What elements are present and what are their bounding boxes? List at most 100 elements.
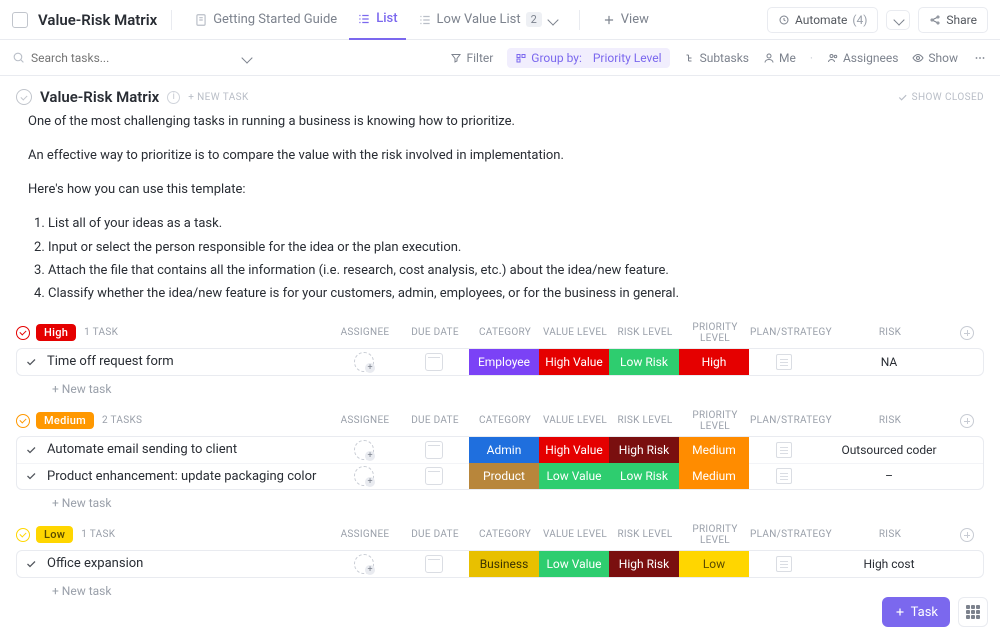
priority-cell[interactable]: Low: [679, 551, 749, 577]
risk-cell[interactable]: Outsourced coder: [819, 437, 959, 463]
plan-placeholder[interactable]: [776, 556, 792, 572]
new-task-link[interactable]: + NEW TASK: [188, 92, 248, 103]
value-cell[interactable]: High Value: [539, 349, 609, 375]
value-cell[interactable]: Low Value: [539, 551, 609, 577]
show-button[interactable]: Show: [912, 51, 958, 65]
me-button[interactable]: Me: [763, 51, 796, 65]
priority-cell[interactable]: Medium: [679, 463, 749, 489]
show-closed-button[interactable]: SHOW CLOSED: [897, 92, 984, 103]
category-cell[interactable]: Admin: [469, 437, 539, 463]
apps-button[interactable]: [958, 597, 988, 627]
column-category[interactable]: CATEGORY: [470, 529, 540, 540]
automate-dropdown[interactable]: [886, 10, 910, 30]
assignee-placeholder[interactable]: [354, 554, 374, 574]
priority-cell[interactable]: High: [679, 349, 749, 375]
more-button[interactable]: [972, 52, 988, 64]
column-risk-level[interactable]: RISK LEVEL: [610, 529, 680, 540]
column-value-level[interactable]: VALUE LEVEL: [540, 529, 610, 540]
add-column-button[interactable]: [960, 528, 974, 542]
date-placeholder[interactable]: [425, 441, 443, 459]
search-input[interactable]: [31, 51, 231, 65]
risk-cell[interactable]: High cost: [819, 551, 959, 577]
date-placeholder[interactable]: [425, 353, 443, 371]
column-value-level[interactable]: VALUE LEVEL: [540, 415, 610, 426]
new-task-fab[interactable]: Task: [882, 597, 950, 627]
column-value-level[interactable]: VALUE LEVEL: [540, 327, 610, 338]
assignee-placeholder[interactable]: [354, 466, 374, 486]
group-label[interactable]: Low: [36, 526, 73, 543]
tab-list[interactable]: List: [349, 0, 405, 40]
category-cell[interactable]: Business: [469, 551, 539, 577]
assignee-placeholder[interactable]: [354, 352, 374, 372]
collapse-toggle[interactable]: [16, 528, 30, 542]
risk-cell[interactable]: –: [819, 463, 959, 489]
column-category[interactable]: CATEGORY: [470, 415, 540, 426]
column-risk[interactable]: RISK: [820, 529, 960, 540]
risk-level-cell[interactable]: Low Risk: [609, 463, 679, 489]
add-column-button[interactable]: [960, 414, 974, 428]
column-plan[interactable]: PLAN/STRATEGY: [750, 415, 820, 426]
task-row[interactable]: Product enhancement: update packaging co…: [17, 463, 983, 489]
date-placeholder[interactable]: [425, 467, 443, 485]
column-plan[interactable]: PLAN/STRATEGY: [750, 327, 820, 338]
risk-level-cell[interactable]: Low Risk: [609, 349, 679, 375]
priority-cell[interactable]: Medium: [679, 437, 749, 463]
column-risk[interactable]: RISK: [820, 327, 960, 338]
collapse-toggle[interactable]: [16, 326, 30, 340]
task-name[interactable]: Office expansion: [47, 556, 329, 571]
share-button[interactable]: Share: [918, 7, 988, 33]
value-cell[interactable]: Low Value: [539, 463, 609, 489]
assignee-placeholder[interactable]: [354, 440, 374, 460]
category-cell[interactable]: Product: [469, 463, 539, 489]
column-assignee[interactable]: ASSIGNEE: [330, 327, 400, 338]
group-label[interactable]: Medium: [36, 412, 94, 429]
column-plan[interactable]: PLAN/STRATEGY: [750, 529, 820, 540]
column-priority-level[interactable]: PRIORITY LEVEL: [680, 524, 750, 546]
column-assignee[interactable]: ASSIGNEE: [330, 415, 400, 426]
group-by-button[interactable]: Group by: Priority Level: [507, 48, 669, 68]
column-assignee[interactable]: ASSIGNEE: [330, 529, 400, 540]
new-task-button[interactable]: + New task: [16, 578, 984, 598]
task-row[interactable]: Automate email sending to client Admin H…: [17, 437, 983, 463]
collapse-toggle[interactable]: [16, 414, 30, 428]
task-row[interactable]: Time off request form Employee High Valu…: [17, 349, 983, 375]
date-placeholder[interactable]: [425, 555, 443, 573]
task-name[interactable]: Time off request form: [47, 354, 329, 369]
chevron-down-icon[interactable]: [241, 52, 252, 63]
task-row[interactable]: Office expansion Business Low Value High…: [17, 551, 983, 577]
risk-level-cell[interactable]: High Risk: [609, 551, 679, 577]
group-label[interactable]: High: [36, 324, 76, 341]
plan-placeholder[interactable]: [776, 354, 792, 370]
plan-placeholder[interactable]: [776, 442, 792, 458]
column-due-date[interactable]: DUE DATE: [400, 415, 470, 426]
column-category[interactable]: CATEGORY: [470, 327, 540, 338]
category-cell[interactable]: Employee: [469, 349, 539, 375]
group-icon: [515, 52, 527, 64]
risk-cell[interactable]: NA: [819, 349, 959, 375]
filter-icon: [450, 52, 462, 64]
column-due-date[interactable]: DUE DATE: [400, 327, 470, 338]
value-cell[interactable]: High Value: [539, 437, 609, 463]
automate-button[interactable]: Automate (4): [767, 7, 878, 33]
tab-low-value-list[interactable]: Low Value List 2: [410, 0, 565, 40]
subtasks-button[interactable]: Subtasks: [684, 51, 749, 65]
filter-button[interactable]: Filter: [450, 51, 493, 65]
new-task-button[interactable]: + New task: [16, 376, 984, 396]
info-icon[interactable]: i: [167, 91, 180, 104]
add-column-button[interactable]: [960, 326, 974, 340]
column-priority-level[interactable]: PRIORITY LEVEL: [680, 410, 750, 432]
column-priority-level[interactable]: PRIORITY LEVEL: [680, 322, 750, 344]
add-view-button[interactable]: View: [594, 0, 657, 40]
task-name[interactable]: Product enhancement: update packaging co…: [47, 469, 329, 484]
column-due-date[interactable]: DUE DATE: [400, 529, 470, 540]
column-risk-level[interactable]: RISK LEVEL: [610, 327, 680, 338]
risk-level-cell[interactable]: High Risk: [609, 437, 679, 463]
task-name[interactable]: Automate email sending to client: [47, 442, 329, 457]
tab-getting-started[interactable]: Getting Started Guide: [186, 0, 345, 40]
dots-icon: [972, 52, 988, 64]
new-task-button[interactable]: + New task: [16, 490, 984, 510]
assignees-button[interactable]: Assignees: [827, 51, 898, 65]
column-risk-level[interactable]: RISK LEVEL: [610, 415, 680, 426]
column-risk[interactable]: RISK: [820, 415, 960, 426]
plan-placeholder[interactable]: [776, 468, 792, 484]
